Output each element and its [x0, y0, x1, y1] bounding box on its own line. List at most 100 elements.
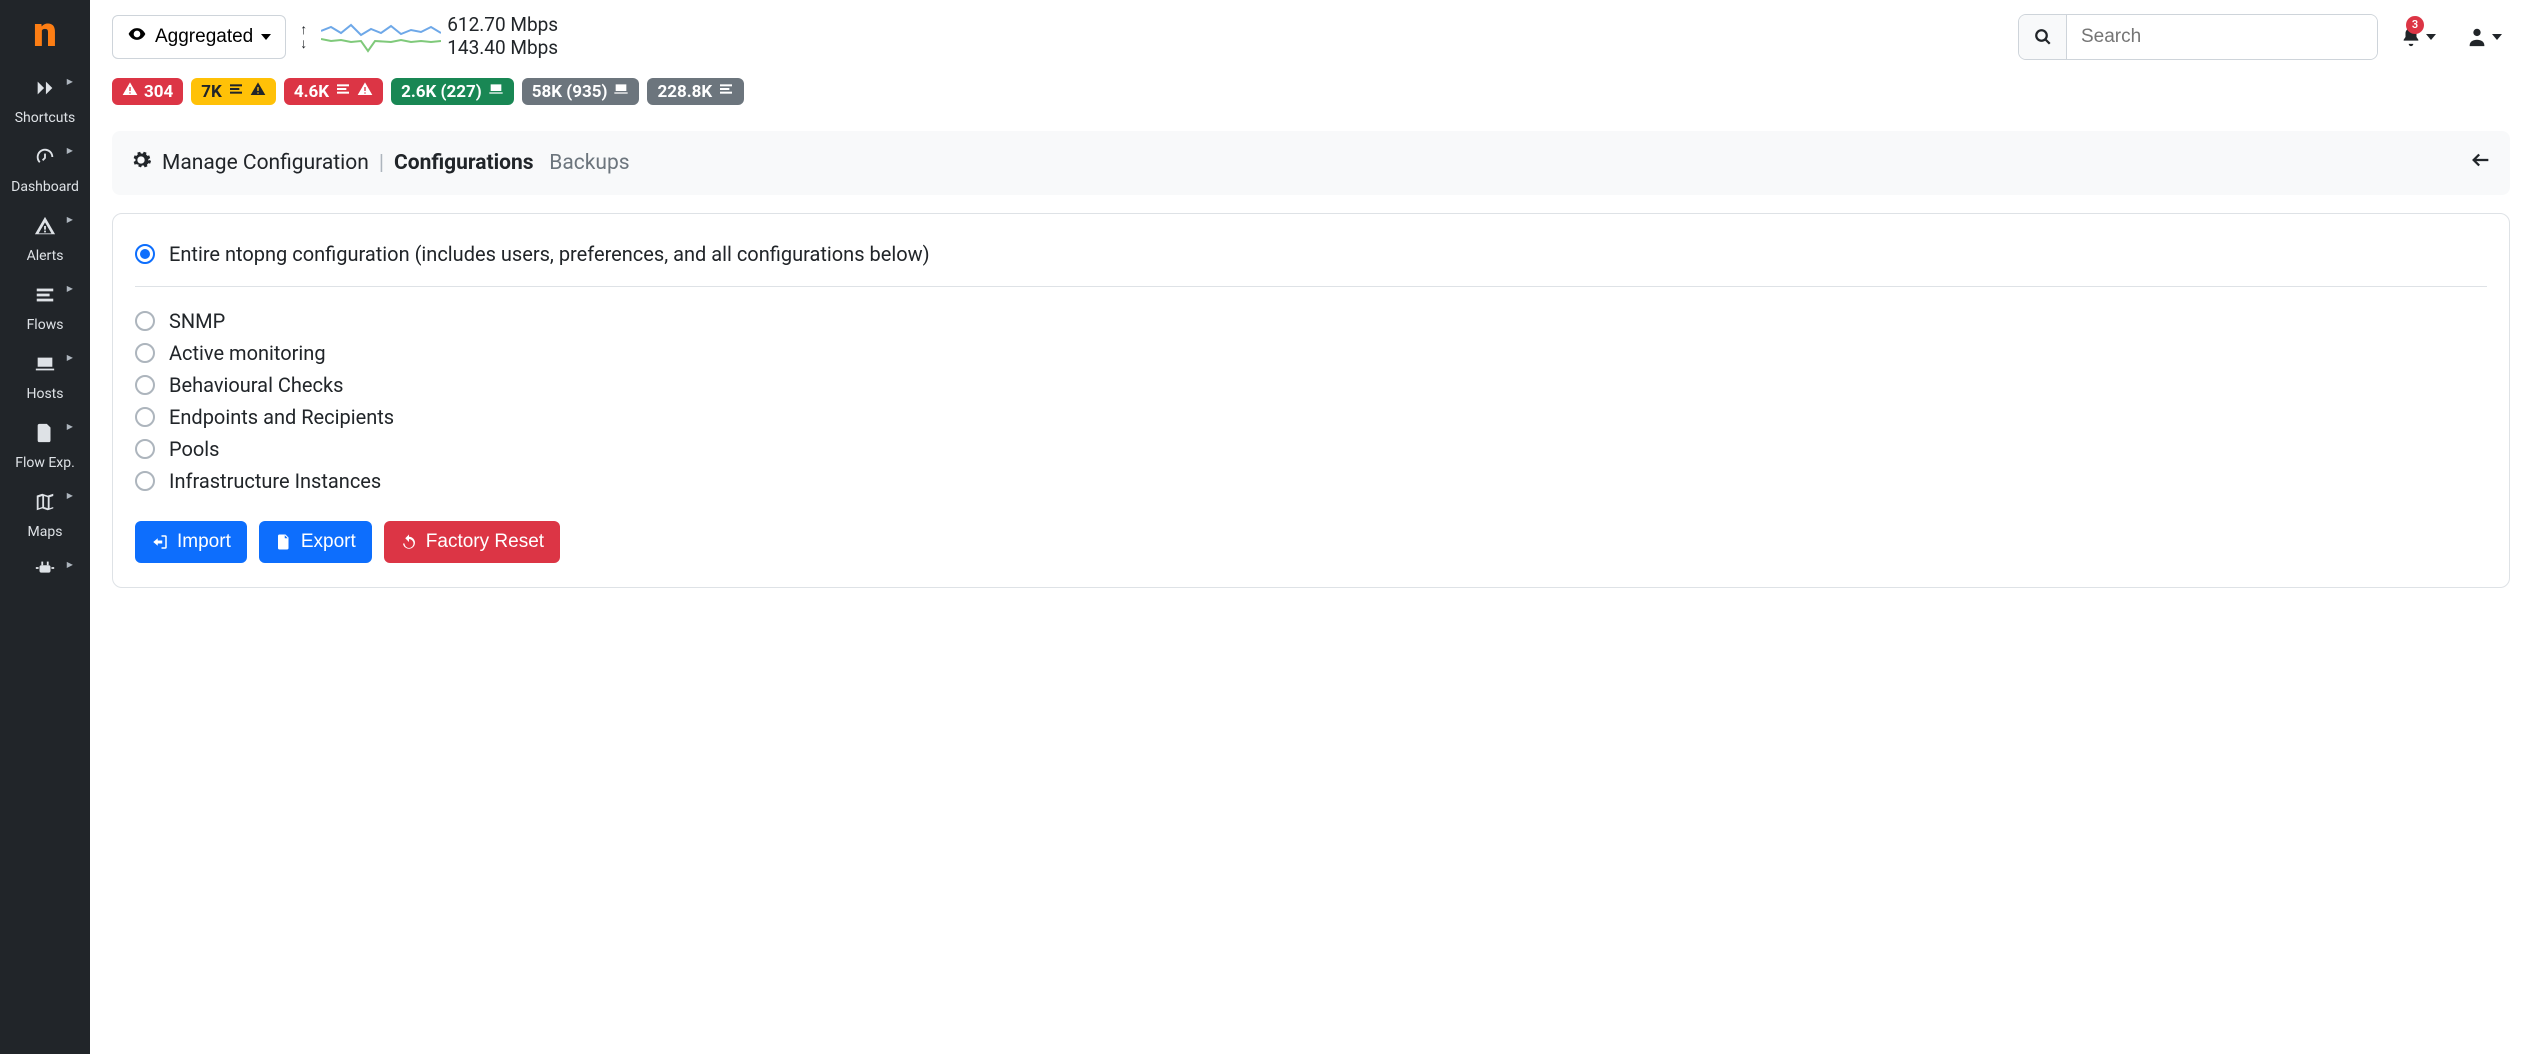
- sparkline-icon: [321, 17, 441, 57]
- option-snmp[interactable]: SNMP: [135, 305, 2487, 337]
- status-badges: 304 7K 4.6K 2.6K (227) 58K (935) 228.8K: [112, 78, 2510, 105]
- laptop-icon: [613, 81, 629, 102]
- option-pools[interactable]: Pools: [135, 433, 2487, 465]
- page-header: Manage Configuration | Configurations Ba…: [112, 131, 2510, 195]
- search-button[interactable]: [2019, 15, 2067, 59]
- aggregated-dropdown[interactable]: Aggregated: [112, 15, 286, 59]
- sidebar-item-dashboard[interactable]: Dashboard ▶: [11, 136, 79, 205]
- radio-input[interactable]: [135, 343, 155, 363]
- badge-text: 2.6K (227): [401, 82, 482, 102]
- option-infrastructure-instances[interactable]: Infrastructure Instances: [135, 465, 2487, 497]
- sidebar-item-maps[interactable]: Maps ▶: [11, 481, 79, 550]
- status-badge[interactable]: 4.6K: [284, 78, 383, 105]
- option-label: Endpoints and Recipients: [169, 405, 394, 429]
- badge-text: 228.8K: [657, 82, 712, 102]
- sidebar: n Shortcuts▶Dashboard▶Alerts▶Flows▶Hosts…: [0, 0, 90, 1054]
- radio-input[interactable]: [135, 375, 155, 395]
- caret-right-icon: ▶: [67, 284, 73, 293]
- caret-right-icon: ▶: [67, 491, 73, 500]
- undo-icon: [400, 533, 418, 551]
- status-badge[interactable]: 7K: [191, 78, 276, 105]
- option-active-monitoring[interactable]: Active monitoring: [135, 337, 2487, 369]
- traffic-upload: 143.40 Mbps: [447, 37, 558, 60]
- divider: [135, 286, 2487, 287]
- config-card: Entire ntopng configuration (includes us…: [112, 213, 2510, 588]
- badge-text: 4.6K: [294, 82, 329, 102]
- radio-input[interactable]: [135, 439, 155, 459]
- caret-right-icon: ▶: [67, 146, 73, 155]
- laptop-icon: [488, 81, 504, 102]
- main-content: Aggregated ↑↓ 612.70 Mbps 143.40 Mbps: [90, 0, 2532, 602]
- caret-right-icon: ▶: [67, 422, 73, 431]
- status-badge[interactable]: 304: [112, 78, 183, 105]
- card-footer: Import Export Factory Reset: [135, 521, 2487, 563]
- search-icon: [2034, 28, 2052, 46]
- export-button[interactable]: Export: [259, 521, 372, 563]
- aggregated-label: Aggregated: [155, 26, 253, 48]
- option-behavioural-checks[interactable]: Behavioural Checks: [135, 369, 2487, 401]
- stream-icon: [335, 81, 351, 102]
- notifications-button[interactable]: 3: [2392, 20, 2444, 54]
- radio-entire-config[interactable]: [135, 244, 155, 264]
- sidebar-item-label: Flows: [27, 317, 64, 333]
- badge-text: 304: [144, 82, 173, 102]
- traffic-download: 612.70 Mbps: [447, 14, 558, 37]
- caret-right-icon: ▶: [67, 215, 73, 224]
- radio-input[interactable]: [135, 311, 155, 331]
- option-label: Entire ntopng configuration (includes us…: [169, 242, 930, 266]
- option-label: SNMP: [169, 309, 225, 333]
- search-group: [2018, 14, 2378, 60]
- caret-right-icon: ▶: [67, 353, 73, 362]
- export-icon: [275, 533, 293, 551]
- user-icon: [2466, 26, 2488, 48]
- sidebar-item-label: Alerts: [27, 248, 64, 264]
- sidebar-item-label: Dashboard: [11, 179, 79, 195]
- option-label: Pools: [169, 437, 220, 461]
- traffic-sparkline: 612.70 Mbps 143.40 Mbps: [321, 14, 558, 60]
- sidebar-item-flowexp[interactable]: Flow Exp. ▶: [11, 412, 79, 481]
- factory-reset-button[interactable]: Factory Reset: [384, 521, 560, 563]
- user-menu[interactable]: [2458, 20, 2510, 54]
- option-label: Infrastructure Instances: [169, 469, 381, 493]
- sidebar-item-label: Hosts: [26, 386, 63, 402]
- gear-icon: [130, 149, 152, 177]
- page-title: Manage Configuration: [162, 151, 369, 175]
- option-label: Active monitoring: [169, 341, 326, 365]
- radio-input[interactable]: [135, 407, 155, 427]
- caret-right-icon: ▶: [67, 560, 73, 569]
- warn-icon: [250, 81, 266, 102]
- badge-text: 58K (935): [532, 82, 608, 102]
- tab-configurations[interactable]: Configurations: [394, 151, 534, 175]
- caret-down-icon: [2426, 34, 2436, 40]
- search-input[interactable]: [2067, 15, 2377, 59]
- back-button[interactable]: [2470, 149, 2492, 177]
- sidebar-item-hosts[interactable]: Hosts ▶: [11, 343, 79, 412]
- caret-down-icon: [261, 34, 271, 40]
- warning-icon: [122, 81, 138, 102]
- eye-icon: [127, 24, 147, 50]
- sidebar-item-shortcuts[interactable]: Shortcuts ▶: [11, 67, 79, 136]
- stream-icon: [718, 81, 734, 102]
- sidebar-item-flows[interactable]: Flows ▶: [11, 274, 79, 343]
- status-badge[interactable]: 58K (935): [522, 78, 640, 105]
- caret-right-icon: ▶: [67, 77, 73, 86]
- sidebar-item-label: Maps: [28, 524, 63, 540]
- option-endpoints-and-recipients[interactable]: Endpoints and Recipients: [135, 401, 2487, 433]
- arrow-left-icon: [2470, 149, 2492, 171]
- badge-text: 7K: [201, 82, 222, 102]
- option-label: Behavioural Checks: [169, 373, 343, 397]
- status-badge[interactable]: 2.6K (227): [391, 78, 514, 105]
- import-button[interactable]: Import: [135, 521, 247, 563]
- option-entire-config[interactable]: Entire ntopng configuration (includes us…: [135, 238, 2487, 270]
- sidebar-item-alerts[interactable]: Alerts ▶: [11, 205, 79, 274]
- import-icon: [151, 533, 169, 551]
- sidebar-item-label: Flow Exp.: [15, 455, 75, 471]
- caret-down-icon: [2492, 34, 2502, 40]
- sidebar-item-label: Shortcuts: [15, 110, 76, 126]
- brand-logo[interactable]: n: [33, 8, 57, 57]
- status-badge[interactable]: 228.8K: [647, 78, 744, 105]
- warn-icon: [357, 81, 373, 102]
- radio-input[interactable]: [135, 471, 155, 491]
- tab-backups[interactable]: Backups: [549, 151, 629, 175]
- sidebar-item-extra[interactable]: ▶: [11, 550, 79, 593]
